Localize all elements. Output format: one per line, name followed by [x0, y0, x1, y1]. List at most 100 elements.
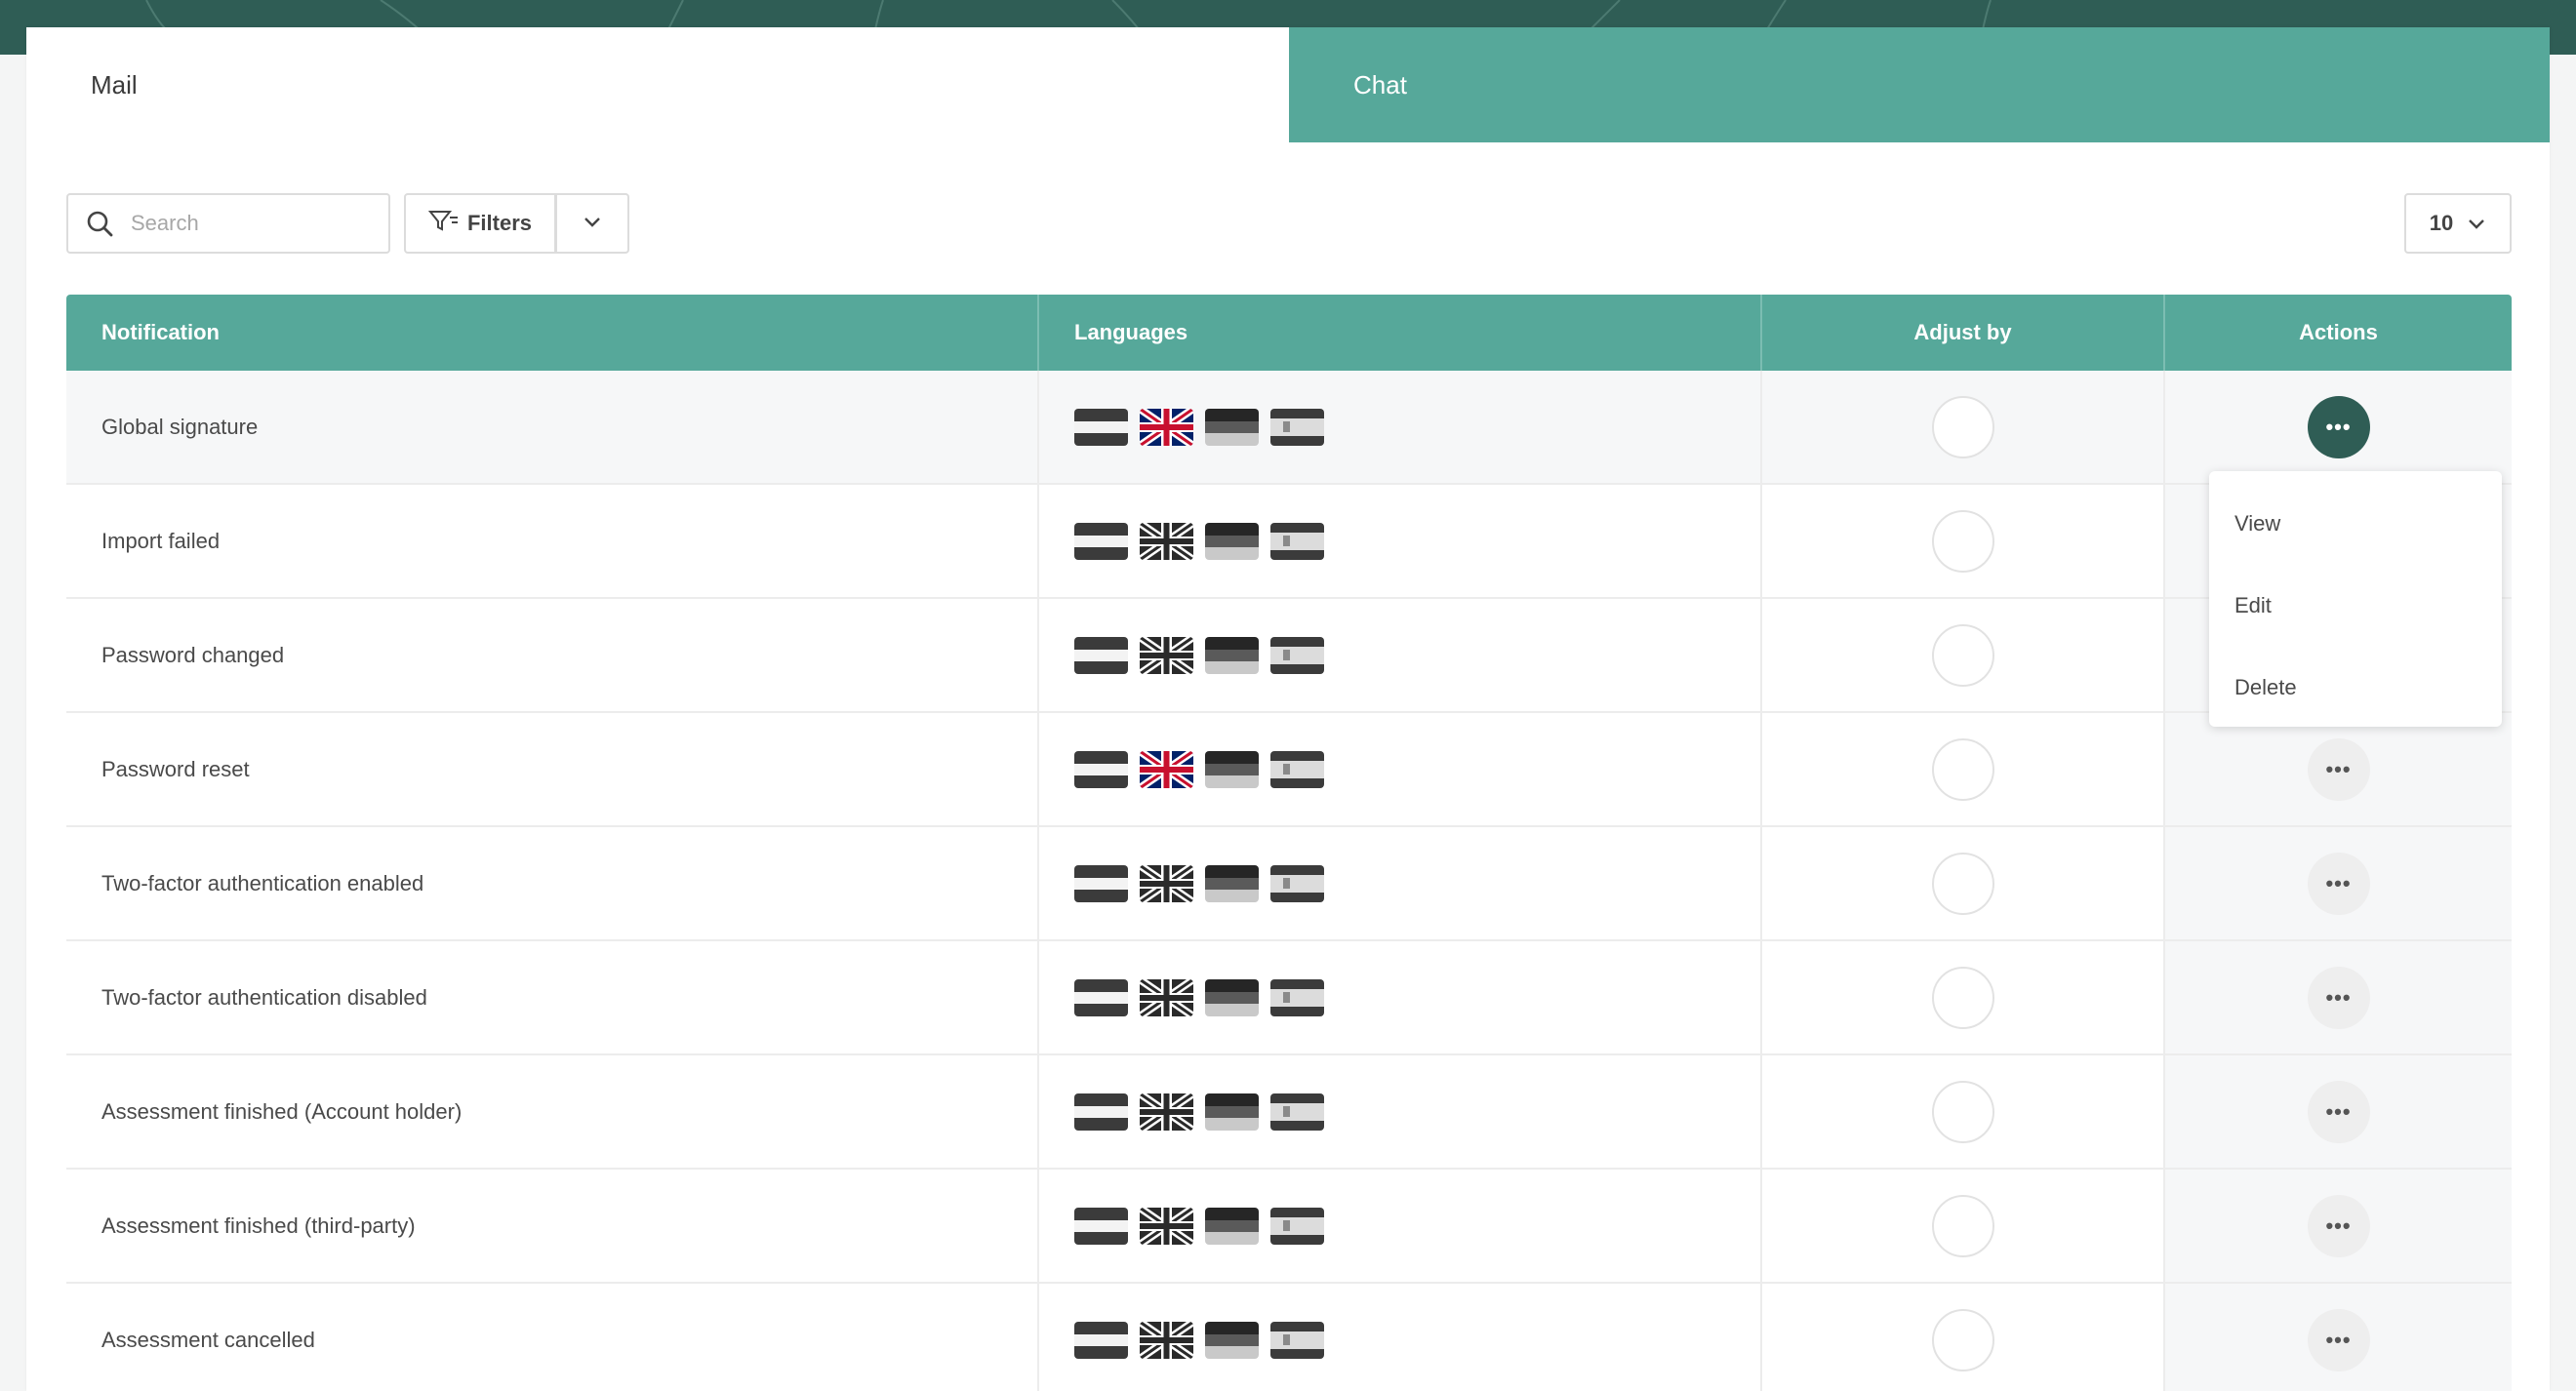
flag-nl-icon[interactable]	[1205, 864, 1259, 902]
table-row[interactable]: Global signature •••	[66, 371, 2512, 485]
actions-cell: •••	[2163, 1055, 2512, 1168]
flag-uk-icon[interactable]	[1140, 408, 1193, 446]
flag-es-icon[interactable]	[1270, 1207, 1324, 1245]
menu-item-delete[interactable]: Delete	[2209, 647, 2502, 729]
notification-name: Assessment finished (third-party)	[101, 1212, 416, 1238]
tab-chat[interactable]: Chat	[1289, 27, 2550, 142]
header-languages[interactable]: Languages	[1037, 295, 1760, 371]
flag-de-icon[interactable]	[1074, 408, 1128, 446]
flag-de-icon[interactable]	[1074, 1093, 1128, 1131]
adjust-by-cell	[1760, 941, 2163, 1053]
flag-nl-icon[interactable]	[1205, 1321, 1259, 1359]
adjust-by-avatar	[1931, 509, 1994, 573]
flag-nl-icon[interactable]	[1205, 978, 1259, 1016]
more-icon: •••	[2325, 756, 2352, 781]
more-actions-button[interactable]: •••	[2307, 1308, 2370, 1371]
flag-de-icon[interactable]	[1074, 978, 1128, 1016]
language-flags	[1037, 1170, 1760, 1282]
tabs: Mail Chat	[26, 27, 2550, 142]
adjust-by-avatar	[1931, 1194, 1994, 1257]
filter-icon	[427, 209, 460, 238]
table-row[interactable]: Two-factor authentication enabled •••	[66, 827, 2512, 941]
flag-nl-icon[interactable]	[1205, 1207, 1259, 1245]
language-flags	[1037, 371, 1760, 483]
notification-name: Password reset	[101, 756, 250, 781]
flag-es-icon[interactable]	[1270, 1321, 1324, 1359]
adjust-by-cell	[1760, 599, 2163, 711]
notification-name: Import failed	[101, 528, 221, 553]
menu-item-edit[interactable]: Edit	[2209, 565, 2502, 647]
flag-de-icon[interactable]	[1074, 750, 1128, 788]
flag-nl-icon[interactable]	[1205, 750, 1259, 788]
per-page-select[interactable]: 10	[2404, 193, 2512, 254]
flag-de-icon[interactable]	[1074, 1207, 1128, 1245]
table-row[interactable]: Assessment finished (third-party) •••	[66, 1170, 2512, 1284]
adjust-by-cell	[1760, 827, 2163, 939]
flag-uk-icon[interactable]	[1140, 750, 1193, 788]
table-row[interactable]: Password changed•••	[66, 599, 2512, 713]
header-adjust-by[interactable]: Adjust by	[1760, 295, 2163, 371]
flag-uk-icon[interactable]	[1140, 978, 1193, 1016]
actions-cell: •••	[2163, 941, 2512, 1053]
adjust-by-avatar	[1931, 1080, 1994, 1143]
flag-de-icon[interactable]	[1074, 864, 1128, 902]
menu-item-view[interactable]: View	[2209, 483, 2502, 565]
adjust-by-avatar	[1931, 737, 1994, 801]
more-actions-button[interactable]: •••	[2307, 395, 2370, 458]
flag-de-icon[interactable]	[1074, 1321, 1128, 1359]
flag-nl-icon[interactable]	[1205, 408, 1259, 446]
table-body: Global signature•••Import failed•••Passw…	[66, 371, 2512, 1391]
flag-uk-icon[interactable]	[1140, 1093, 1193, 1131]
flag-es-icon[interactable]	[1270, 978, 1324, 1016]
flag-de-icon[interactable]	[1074, 522, 1128, 560]
table-row[interactable]: Import failed•••	[66, 485, 2512, 599]
flag-es-icon[interactable]	[1270, 750, 1324, 788]
adjust-by-avatar	[1931, 623, 1994, 687]
adjust-by-avatar	[1931, 966, 1994, 1029]
more-actions-button[interactable]: •••	[2307, 1080, 2370, 1143]
header-actions: Actions	[2163, 295, 2512, 371]
language-flags	[1037, 485, 1760, 597]
table-row[interactable]: Assessment finished (Account holder) •••	[66, 1055, 2512, 1170]
flag-es-icon[interactable]	[1270, 408, 1324, 446]
tab-mail[interactable]: Mail	[26, 27, 1289, 142]
adjust-by-cell	[1760, 485, 2163, 597]
flag-nl-icon[interactable]	[1205, 1093, 1259, 1131]
flag-uk-icon[interactable]	[1140, 864, 1193, 902]
flag-nl-icon[interactable]	[1205, 522, 1259, 560]
adjust-by-cell	[1760, 1284, 2163, 1391]
search-icon	[86, 209, 115, 238]
language-flags	[1037, 941, 1760, 1053]
header-notification[interactable]: Notification	[66, 295, 1037, 371]
notifications-card: Mail Chat Filters 10	[26, 27, 2550, 1391]
flag-es-icon[interactable]	[1270, 636, 1324, 674]
flag-uk-icon[interactable]	[1140, 522, 1193, 560]
table-row[interactable]: Two-factor authentication disabled •••	[66, 941, 2512, 1055]
chevron-down-icon	[2467, 211, 2486, 236]
actions-cell: •••	[2163, 713, 2512, 825]
table-row[interactable]: Password reset •••	[66, 713, 2512, 827]
flag-es-icon[interactable]	[1270, 1093, 1324, 1131]
search-input[interactable]	[129, 210, 367, 237]
more-icon: •••	[2325, 414, 2352, 439]
flag-es-icon[interactable]	[1270, 522, 1324, 560]
filters-button[interactable]: Filters	[404, 193, 556, 254]
more-actions-button[interactable]: •••	[2307, 737, 2370, 801]
notification-name: Two-factor authentication enabled	[101, 870, 424, 895]
adjust-by-cell	[1760, 713, 2163, 825]
flag-uk-icon[interactable]	[1140, 636, 1193, 674]
flag-es-icon[interactable]	[1270, 864, 1324, 902]
adjust-by-avatar	[1931, 395, 1994, 458]
table-header: Notification Languages Adjust by Actions	[66, 295, 2512, 371]
flag-de-icon[interactable]	[1074, 636, 1128, 674]
more-actions-button[interactable]: •••	[2307, 966, 2370, 1029]
flag-uk-icon[interactable]	[1140, 1321, 1193, 1359]
flag-uk-icon[interactable]	[1140, 1207, 1193, 1245]
more-actions-button[interactable]: •••	[2307, 1194, 2370, 1257]
filters-dropdown-button[interactable]	[555, 193, 629, 254]
notification-name: Password changed	[101, 642, 285, 667]
search-box[interactable]	[66, 193, 390, 254]
table-row[interactable]: Assessment cancelled •••	[66, 1284, 2512, 1391]
more-actions-button[interactable]: •••	[2307, 852, 2370, 915]
flag-nl-icon[interactable]	[1205, 636, 1259, 674]
